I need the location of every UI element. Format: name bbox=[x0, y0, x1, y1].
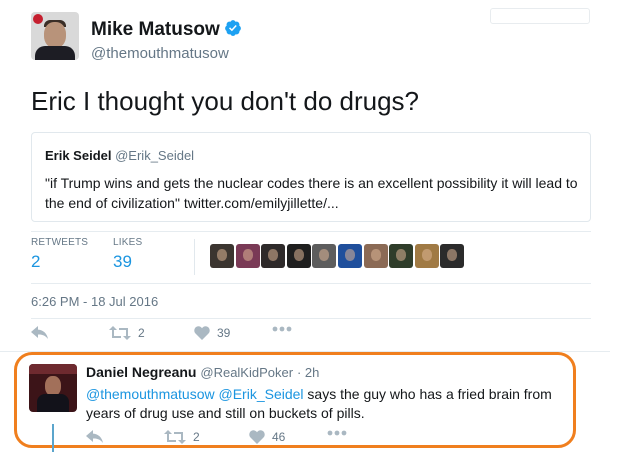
liker-avatar[interactable] bbox=[261, 244, 286, 268]
quoted-tweet-header: Erik Seidel @Erik_Seidel bbox=[45, 148, 194, 163]
stats-separator bbox=[194, 239, 195, 275]
like-button[interactable]: 39 bbox=[194, 326, 230, 340]
retweet-button[interactable]: 2 bbox=[164, 430, 200, 444]
like-count: 39 bbox=[217, 326, 231, 340]
likes-count[interactable]: 39 bbox=[113, 252, 142, 272]
reply-time[interactable]: · 2h bbox=[297, 365, 319, 380]
retweet-count: 2 bbox=[193, 430, 200, 444]
more-button[interactable] bbox=[272, 326, 292, 332]
liker-avatar[interactable] bbox=[235, 244, 260, 268]
like-button[interactable]: 46 bbox=[249, 430, 285, 444]
divider bbox=[31, 231, 591, 232]
liker-avatar[interactable] bbox=[210, 244, 234, 268]
likes-label: LIKES bbox=[113, 237, 143, 248]
liker-avatar[interactable] bbox=[414, 244, 439, 268]
like-count: 46 bbox=[272, 430, 286, 444]
quoted-author-handle: @Erik_Seidel bbox=[115, 148, 195, 163]
quoted-tweet-text: "if Trump wins and gets the nuclear code… bbox=[45, 175, 578, 211]
liker-avatar[interactable] bbox=[312, 244, 337, 268]
retweets-count[interactable]: 2 bbox=[31, 252, 88, 272]
avatar[interactable] bbox=[31, 12, 79, 60]
reply-text: @themouthmatusow @Erik_Seidel says the g… bbox=[86, 385, 566, 423]
liker-avatar[interactable] bbox=[338, 244, 362, 268]
retweet-icon bbox=[109, 326, 131, 340]
verified-badge-icon bbox=[224, 20, 241, 36]
retweets-label: RETWEETS bbox=[31, 237, 89, 248]
mention-link[interactable]: @themouthmatusow bbox=[86, 386, 215, 402]
reply-icon bbox=[86, 430, 103, 443]
reply-author-name[interactable]: Daniel Negreanu bbox=[86, 364, 196, 380]
liker-avatar[interactable] bbox=[363, 244, 388, 268]
retweet-button[interactable]: 2 bbox=[109, 326, 145, 340]
reply-button[interactable] bbox=[31, 326, 49, 340]
reply-icon bbox=[31, 326, 48, 339]
author-name[interactable]: Mike Matusow bbox=[91, 19, 242, 41]
more-button[interactable] bbox=[327, 430, 347, 436]
liker-avatar[interactable] bbox=[389, 244, 414, 268]
heart-icon bbox=[249, 430, 265, 444]
liker-avatar[interactable] bbox=[440, 244, 465, 268]
author-handle[interactable]: @themouthmatusow bbox=[91, 45, 229, 62]
retweet-count: 2 bbox=[138, 326, 145, 340]
divider bbox=[31, 318, 591, 319]
thread-line bbox=[52, 424, 54, 452]
reply-header: Daniel Negreanu @RealKidPoker · 2h bbox=[86, 364, 319, 380]
mention-link[interactable]: @Erik_Seidel bbox=[219, 386, 304, 402]
more-icon bbox=[327, 430, 347, 436]
reply-button[interactable] bbox=[86, 430, 104, 444]
quoted-tweet-card[interactable]: Erik Seidel @Erik_Seidel "if Trump wins … bbox=[31, 132, 591, 222]
retweets-stat[interactable]: RETWEETS 2 bbox=[31, 237, 88, 272]
avatar[interactable] bbox=[29, 364, 77, 412]
likes-stat[interactable]: LIKES 39 bbox=[113, 237, 142, 272]
tweet-text: Eric I thought you don't do drugs? bbox=[31, 86, 419, 116]
more-icon bbox=[272, 326, 292, 332]
liker-avatar[interactable] bbox=[286, 244, 311, 268]
tweet-timestamp[interactable]: 6:26 PM - 18 Jul 2016 bbox=[31, 294, 158, 309]
retweet-icon bbox=[164, 430, 186, 444]
main-tweet: Mike Matusow @themouthmatusow Eric I tho… bbox=[0, 0, 610, 352]
divider bbox=[31, 283, 591, 284]
reply-tweet[interactable]: Daniel Negreanu @RealKidPoker · 2h @them… bbox=[0, 352, 610, 458]
reply-author-handle[interactable]: @RealKidPoker bbox=[200, 365, 293, 380]
quoted-author-name: Erik Seidel bbox=[45, 148, 112, 163]
heart-icon bbox=[194, 326, 210, 340]
